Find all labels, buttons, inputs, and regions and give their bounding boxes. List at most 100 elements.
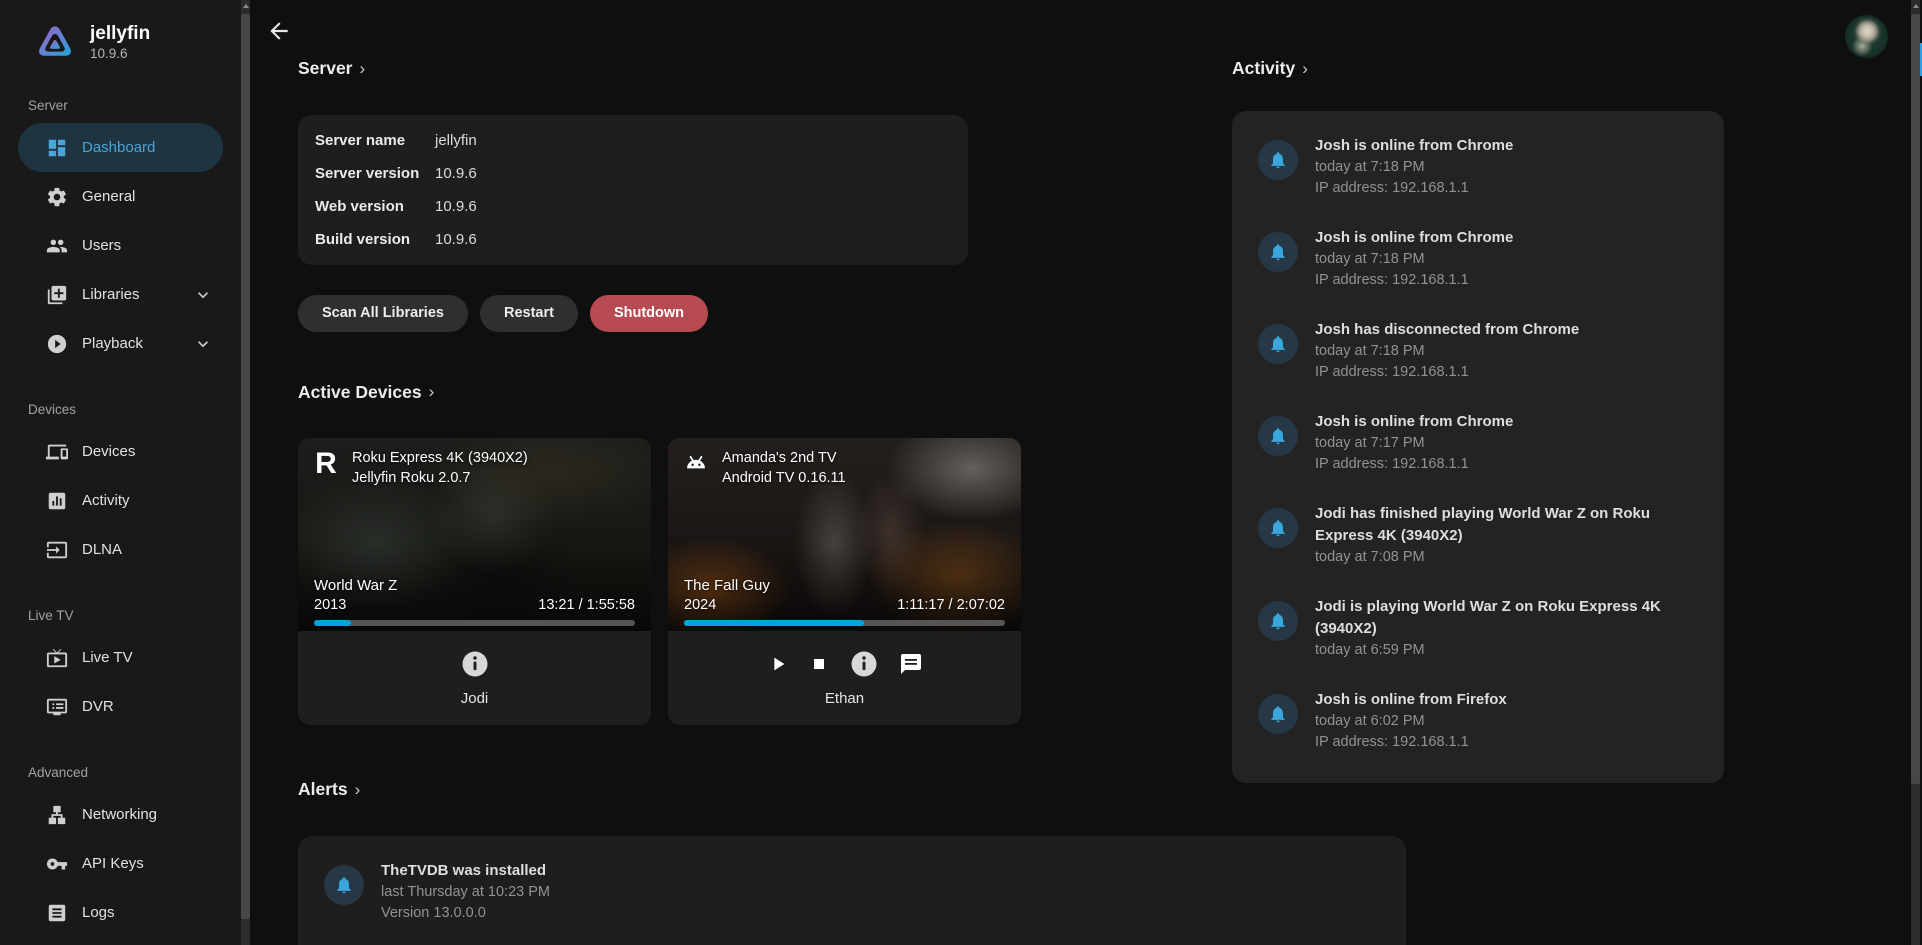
active-devices-row: R Roku Express 4K (3940X2) Jellyfin Roku…	[298, 438, 1190, 725]
bell-icon	[1258, 508, 1298, 548]
apikeys-icon	[45, 852, 69, 876]
server-info-label: Build version	[315, 231, 435, 248]
chevron-down-icon	[193, 334, 213, 354]
bell-icon	[1258, 324, 1298, 364]
server-column: Server Server name jellyfin Server versi…	[298, 0, 1190, 945]
device-card[interactable]: Amanda's 2nd TV Android TV 0.16.11 The F…	[668, 438, 1021, 725]
activity-item: Jodi is playing World War Z on Roku Expr…	[1258, 596, 1698, 661]
info-icon[interactable]	[460, 649, 490, 679]
feed-title: TheTVDB was installed	[381, 860, 550, 882]
sidebar-section-header: Live TV	[28, 608, 241, 623]
device-name: Roku Express 4K (3940X2)	[352, 448, 528, 468]
scrollbar-up-arrow-icon[interactable]	[1913, 4, 1919, 8]
arrow-left-icon	[266, 18, 292, 44]
feed-time: today at 6:02 PM	[1315, 711, 1507, 732]
info-icon[interactable]	[849, 649, 879, 679]
feed-detail: IP address: 192.168.1.1	[1315, 270, 1513, 291]
sidebar-section-header: Server	[28, 98, 241, 113]
shutdown-button[interactable]: Shutdown	[590, 295, 708, 332]
feed-title: Josh has disconnected from Chrome	[1315, 319, 1579, 341]
server-info-card: Server name jellyfin Server version 10.9…	[298, 115, 968, 265]
feed-time: today at 7:18 PM	[1315, 341, 1579, 362]
sidebar-item-dlna[interactable]: DLNA	[18, 525, 223, 574]
feed-title: Jodi has finished playing World War Z on…	[1315, 503, 1698, 547]
media-title: The Fall Guy	[684, 576, 770, 596]
restart-button[interactable]: Restart	[480, 295, 578, 332]
sidebar-item-activity[interactable]: Activity	[18, 476, 223, 525]
sidebar-section-header: Devices	[28, 402, 241, 417]
android-icon	[680, 448, 712, 480]
sidebar-item-devices[interactable]: Devices	[18, 427, 223, 476]
server-section-link[interactable]: Server	[298, 58, 365, 79]
playback-progress-fill	[684, 620, 864, 626]
activity-item: Josh is online from Chrome today at 7:18…	[1258, 135, 1698, 199]
device-card[interactable]: R Roku Express 4K (3940X2) Jellyfin Roku…	[298, 438, 651, 725]
sidebar-item-playback[interactable]: Playback	[18, 319, 223, 368]
main-scrollbar[interactable]	[1911, 0, 1920, 945]
stop-icon[interactable]	[809, 654, 829, 674]
bell-icon	[1258, 694, 1298, 734]
alerts-card: TheTVDB was installed last Thursday at 1…	[298, 836, 1406, 945]
sidebar-item-logs[interactable]: Logs	[18, 888, 223, 937]
message-icon[interactable]	[899, 652, 923, 676]
feed-detail: IP address: 192.168.1.1	[1315, 362, 1579, 383]
device-header: R Roku Express 4K (3940X2) Jellyfin Roku…	[310, 448, 528, 488]
sidebar-item-api-keys[interactable]: API Keys	[18, 839, 223, 888]
playback-progress-fill	[314, 620, 351, 626]
feed-title: Jodi is playing World War Z on Roku Expr…	[1315, 596, 1698, 640]
sidebar-item-networking[interactable]: Networking	[18, 790, 223, 839]
livetv-icon	[45, 646, 69, 670]
sidebar-section: Live TV Live TV DVR	[0, 608, 241, 731]
active-devices-section-link[interactable]: Active Devices	[298, 382, 434, 403]
main-scrollbar-thumb[interactable]	[1911, 14, 1920, 784]
server-info-value: 10.9.6	[435, 165, 477, 182]
scan-all-libraries-button[interactable]: Scan All Libraries	[298, 295, 468, 332]
devices-icon	[45, 440, 69, 464]
bell-icon	[1258, 601, 1298, 641]
sidebar-item-live-tv[interactable]: Live TV	[18, 633, 223, 682]
device-header: Amanda's 2nd TV Android TV 0.16.11	[680, 448, 846, 488]
activity-section-link[interactable]: Activity	[1232, 58, 1308, 79]
sidebar-item-libraries[interactable]: Libraries	[18, 270, 223, 319]
user-avatar-button[interactable]	[1845, 15, 1888, 58]
sidebar-nav: Server Dashboard General Users Libraries…	[0, 98, 241, 937]
activity-item: Josh is online from Chrome today at 7:18…	[1258, 227, 1698, 291]
session-controls	[460, 649, 490, 679]
bell-icon	[1258, 140, 1298, 180]
playback-time: 1:11:17 / 2:07:02	[897, 596, 1005, 615]
sidebar-item-users[interactable]: Users	[18, 221, 223, 270]
feed-detail: IP address: 192.168.1.1	[1315, 732, 1507, 753]
app-version: 10.9.6	[90, 45, 150, 63]
server-actions: Scan All Libraries Restart Shutdown	[298, 295, 1190, 332]
app-logo-row[interactable]: jellyfin 10.9.6	[0, 0, 241, 64]
server-info-row: Web version 10.9.6	[298, 190, 968, 223]
jellyfin-logo-icon	[34, 22, 76, 64]
alert-item: TheTVDB was installed last Thursday at 1…	[324, 860, 1380, 924]
bell-icon	[1258, 232, 1298, 272]
server-info-row: Server version 10.9.6	[298, 157, 968, 190]
activity-column: Activity Josh is online from Chrome toda…	[1232, 0, 1724, 783]
activity-item: Jodi has finished playing World War Z on…	[1258, 503, 1698, 568]
device-client: Android TV 0.16.11	[722, 468, 846, 488]
sidebar-item-general[interactable]: General	[18, 172, 223, 221]
feed-title: Josh is online from Chrome	[1315, 135, 1513, 157]
sidebar-section: Devices Devices Activity DLNA	[0, 402, 241, 574]
back-button[interactable]	[266, 18, 292, 44]
activity-item: Josh is online from Firefox today at 6:0…	[1258, 689, 1698, 753]
device-backdrop: R Roku Express 4K (3940X2) Jellyfin Roku…	[298, 438, 651, 631]
feed-title: Josh is online from Chrome	[1315, 411, 1513, 433]
alerts-section-link[interactable]: Alerts	[298, 779, 360, 800]
server-info-label: Server version	[315, 165, 435, 182]
server-info-value: jellyfin	[435, 132, 477, 149]
server-info-label: Server name	[315, 132, 435, 149]
sidebar-section: Advanced Networking API Keys Logs	[0, 765, 241, 937]
feed-time: today at 7:18 PM	[1315, 157, 1513, 178]
play-icon[interactable]	[767, 653, 789, 675]
jellyfin-dashboard: jellyfin 10.9.6 Server Dashboard General…	[0, 0, 1922, 945]
server-info-row: Build version 10.9.6	[298, 223, 968, 256]
sidebar-item-dashboard[interactable]: Dashboard	[18, 123, 223, 172]
sidebar-item-dvr[interactable]: DVR	[18, 682, 223, 731]
device-backdrop: Amanda's 2nd TV Android TV 0.16.11 The F…	[668, 438, 1021, 631]
playback-progress-bar	[684, 620, 1005, 626]
sidebar-section-header: Advanced	[28, 765, 241, 780]
